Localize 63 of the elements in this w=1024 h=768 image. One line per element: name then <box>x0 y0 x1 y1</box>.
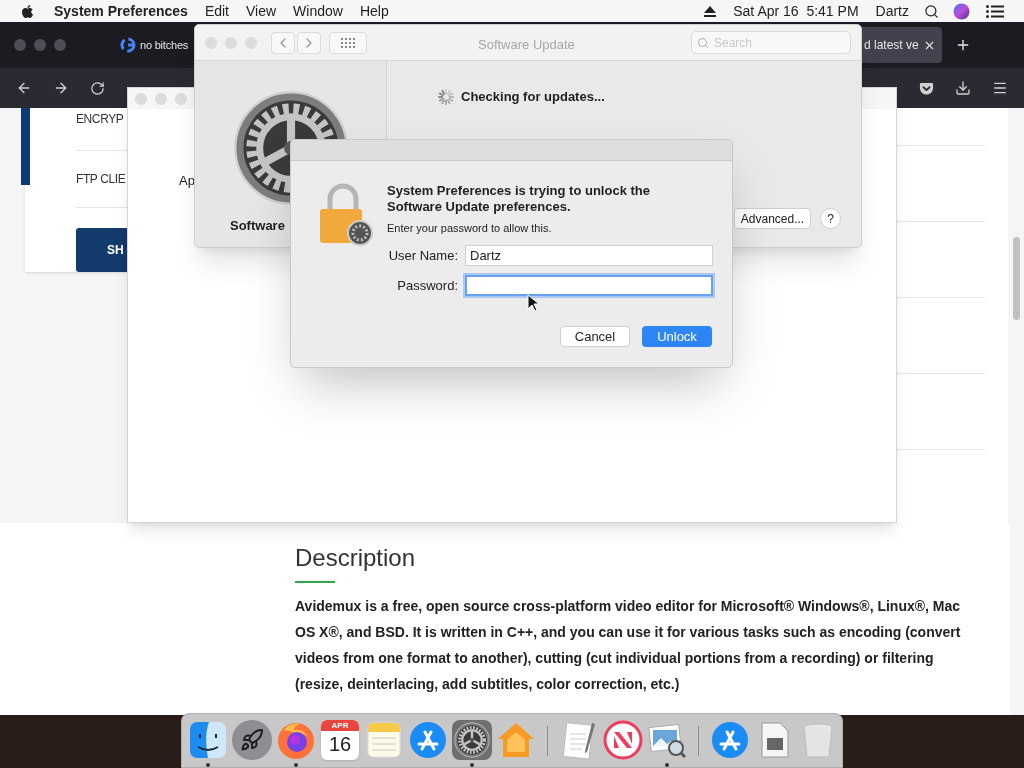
field-label: Password: <box>396 276 458 295</box>
calendar-month: APR <box>331 720 349 731</box>
status-text: Checking for updates... <box>461 88 605 106</box>
text-field[interactable]: Dartz <box>465 245 713 266</box>
orb-icon[interactable] <box>953 2 970 20</box>
grid-icon <box>341 37 355 48</box>
window-control[interactable] <box>14 39 26 51</box>
user-menu[interactable]: Dartz <box>875 0 909 22</box>
store-icon[interactable] <box>408 720 448 760</box>
scrollbar-thumb[interactable] <box>1013 237 1020 320</box>
heading-underline <box>295 581 335 583</box>
section-heading: Description <box>295 543 417 573</box>
sidebar-item[interactable]: FTP CLIE <box>76 170 126 188</box>
back-icon[interactable] <box>16 80 32 96</box>
window-control[interactable] <box>34 39 46 51</box>
dialog-heading: System Preferences is trying to unlock the Software Update preferences. <box>387 183 651 215</box>
eject-icon[interactable] <box>704 5 717 17</box>
reload-icon[interactable] <box>90 80 105 96</box>
show-all-button[interactable] <box>329 31 367 54</box>
window-label: Ap <box>179 172 195 190</box>
apple-icon[interactable] <box>20 3 35 19</box>
gear-icon[interactable] <box>452 720 492 760</box>
menu-item[interactable]: Edit <box>204 0 229 22</box>
download-icon[interactable] <box>955 80 971 96</box>
window-control[interactable] <box>54 39 66 51</box>
rocket-icon[interactable] <box>232 720 272 760</box>
calendar-icon[interactable]: APR 16 <box>321 720 359 760</box>
window-title: Software Update <box>478 36 575 54</box>
new-tab-icon[interactable] <box>955 37 971 53</box>
app-menu[interactable]: System Preferences <box>54 0 188 22</box>
dialog-message: Enter your password to allow this. <box>387 221 553 236</box>
menu-item[interactable]: Window <box>293 0 343 22</box>
list-icon[interactable] <box>986 4 1004 18</box>
description-paragraph: Avidemux is a free, open source cross-platform video editor for Microsoft® Windows®, Linux®, Mac OS X®, and BSD. It is written in C++, and you can use it for various tasks such as encoding (convert videos from one format to another), cutting (cut individual portions from a recording) or filtering (resize, deinterlacing, add subtitles, color correction, etc.) <box>295 597 962 694</box>
text-field[interactable] <box>465 275 713 296</box>
gear-drawing <box>454 722 490 758</box>
spinner-icon <box>437 87 455 106</box>
field-label: User Name: <box>387 246 458 265</box>
news-icon[interactable] <box>603 720 643 760</box>
store-icon[interactable] <box>710 720 750 760</box>
g-logo-icon <box>120 37 136 53</box>
search-icon[interactable] <box>924 3 939 19</box>
calendar-day: 16 <box>328 731 352 757</box>
forward-icon[interactable] <box>53 80 69 96</box>
browser-tab[interactable]: d latest ve <box>862 27 942 63</box>
show-button[interactable]: SH <box>76 228 127 272</box>
clock[interactable]: Sat Apr 16 5:41 PM <box>733 0 859 22</box>
advanced-button[interactable]: Advanced... <box>734 208 811 229</box>
lock-icon <box>318 183 374 247</box>
pocket-icon[interactable] <box>919 80 934 96</box>
browser-tab[interactable]: no bitches <box>116 27 189 63</box>
menu-item[interactable]: View <box>246 0 277 22</box>
help-button[interactable]: ? <box>820 208 841 229</box>
menu-icon[interactable] <box>992 80 1008 96</box>
menu-item[interactable]: Help <box>359 0 389 22</box>
pane-label: Software <box>229 217 285 235</box>
pointer-icon <box>527 294 539 312</box>
search-icon <box>697 37 709 49</box>
fox-icon[interactable] <box>276 720 316 760</box>
sidebar-item[interactable]: ENCRYP <box>76 110 124 128</box>
dialog-button[interactable]: Unlock <box>642 326 712 347</box>
dialog-button[interactable]: Cancel <box>560 326 630 347</box>
face-icon[interactable] <box>188 720 228 760</box>
